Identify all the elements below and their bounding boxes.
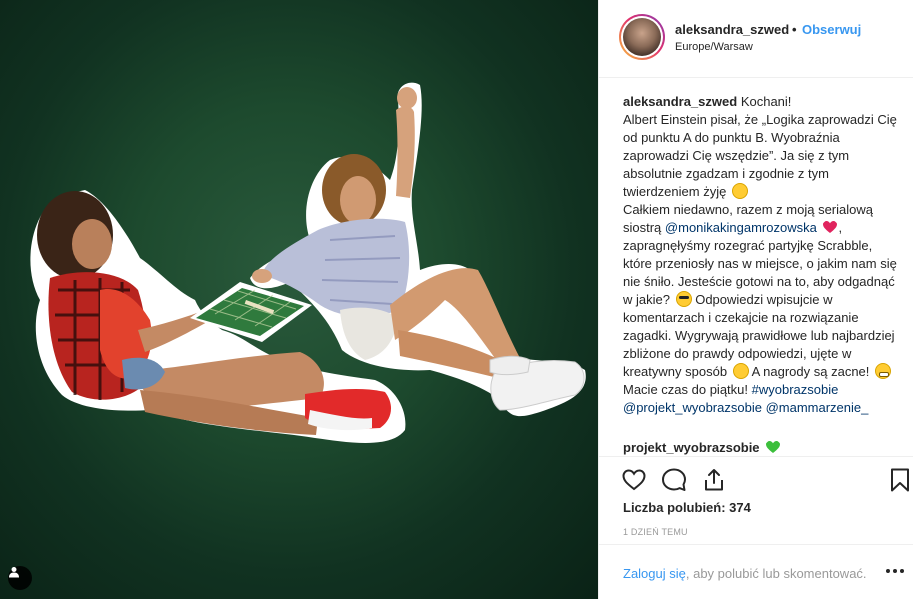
photo-illustration [30,82,586,443]
header-username[interactable]: aleksandra_szwed [675,22,789,37]
login-prompt-rest: , aby polubić lub skomentować. [685,566,867,581]
comment-item: projekt_wyobrazsobie [623,439,781,457]
post-side-panel: aleksandra_szwed • Obserwuj Europe/Warsa… [598,0,913,599]
bookmark-icon[interactable] [887,467,913,493]
user-tag-icon [9,567,19,578]
post-caption: aleksandra_szwed Kochani! Albert Einstei… [623,93,903,417]
red-heart-emoji-icon [823,221,838,233]
comment-icon[interactable] [661,467,687,493]
mention-monika[interactable]: @monikakingamrozowska [665,220,817,235]
sunglasses-emoji-icon [675,291,692,307]
caption-paragraph-1: Albert Einstein pisał, że „Logika zaprow… [623,112,897,199]
post-photo[interactable] [0,0,598,599]
caption-username[interactable]: aleksandra_szwed [623,94,737,109]
avatar[interactable] [619,14,665,60]
caption-paragraph-3c: Macie czas do piątku! [623,382,749,397]
user-tag-button[interactable] [8,566,32,590]
follow-button[interactable]: Obserwuj [802,22,861,37]
login-prompt: Zaloguj się, aby polubić lub skomentować… [623,566,867,581]
login-footer: Zaloguj się, aby polubić lub skomentować… [599,544,913,599]
wink-emoji-icon [732,363,749,379]
share-icon[interactable] [701,467,727,493]
comment-username[interactable]: projekt_wyobrazsobie [623,440,760,455]
likes-count[interactable]: Liczba polubień: 374 [623,500,751,515]
mention-mammarzenie[interactable]: @mammarzenie_ [766,400,869,415]
heart-icon[interactable] [621,467,647,493]
grin-emoji-icon [875,363,892,379]
header-separator: • [792,22,797,37]
action-bar [599,456,913,504]
hashtag-wyobrazsobie[interactable]: #wyobrazsobie [752,382,839,397]
green-heart-emoji-icon [766,441,781,453]
login-link[interactable]: Zaloguj się [623,566,686,581]
caption-paragraph-3b: A nagrody są zacne! [751,364,870,379]
smile-emoji-icon [731,183,748,199]
mention-projekt[interactable]: @projekt_wyobrazsobie [623,400,762,415]
location-link[interactable]: Europe/Warsaw [675,41,753,53]
more-icon[interactable] [885,563,905,579]
post-timestamp[interactable]: 1 DZIEŃ TEMU [623,527,688,537]
post-header: aleksandra_szwed • Obserwuj Europe/Warsa… [599,0,913,78]
caption-line1: Kochani! [740,94,792,109]
